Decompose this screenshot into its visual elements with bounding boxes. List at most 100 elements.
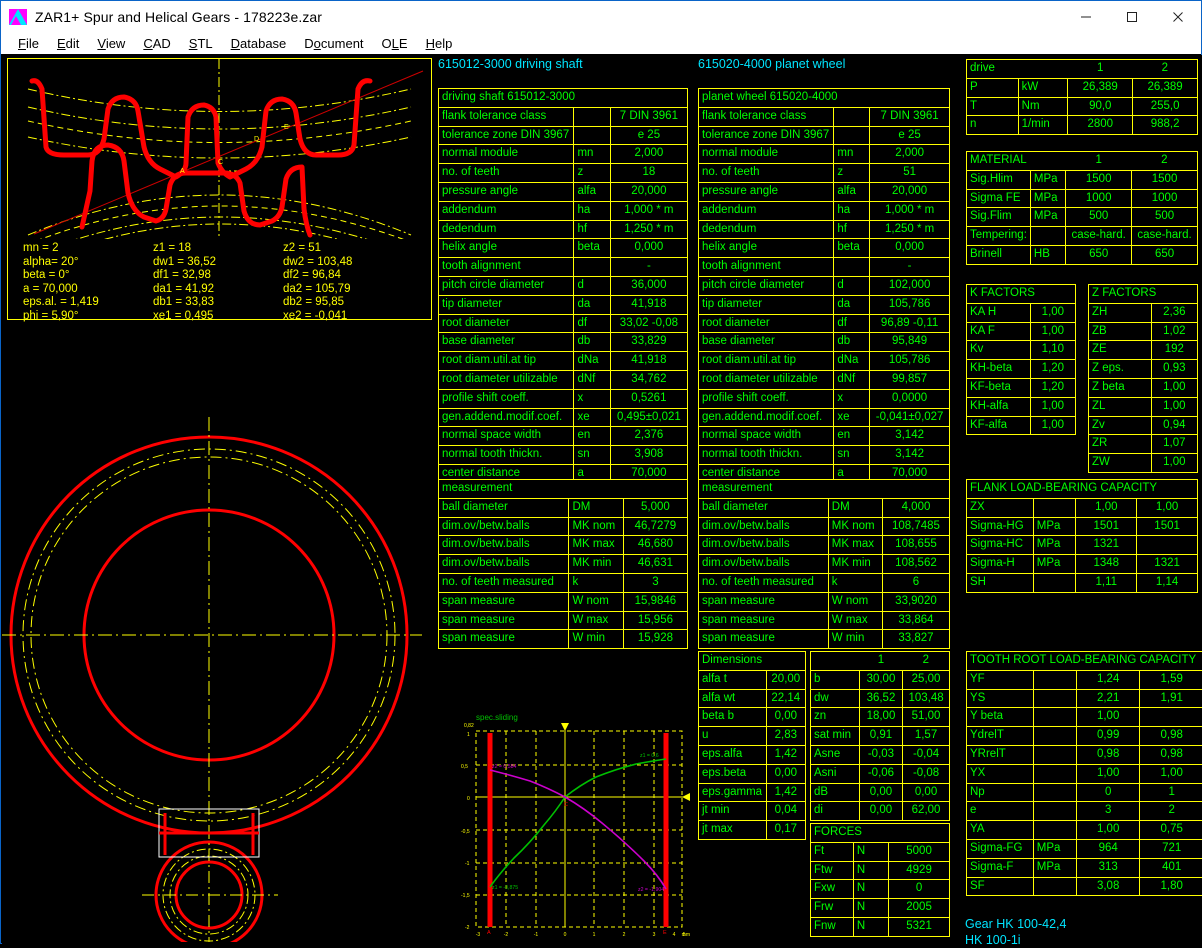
row-value-1: 1348 [1076, 555, 1137, 574]
table-row: ball diameterDM4,000 [699, 498, 950, 517]
close-icon[interactable] [1155, 1, 1201, 33]
param-value: 3,142 [870, 427, 950, 446]
param-symbol: mn [834, 145, 870, 164]
table-title-cell: measurement [699, 480, 950, 499]
tooth-mesh-drawing: A C D E [8, 59, 431, 239]
menu-file[interactable]: FFileile [9, 35, 48, 52]
factor-label: KA H [967, 303, 1031, 322]
param-symbol: alfa [834, 182, 870, 201]
factor-value: 20,00 [766, 670, 805, 689]
factor-label: eps.beta [699, 764, 767, 783]
row-value-1: 90,0 [1068, 97, 1133, 116]
param-label: base diameter [439, 333, 574, 352]
table-row: tooth alignment- [699, 258, 950, 277]
param-symbol [574, 107, 610, 126]
param-label: normal tooth thickn. [439, 446, 574, 465]
param-symbol: d [574, 276, 610, 295]
factor-value: 192 [1151, 341, 1197, 360]
factor-value: 1,20 [1030, 360, 1075, 379]
menu-stl[interactable]: STL [180, 35, 222, 52]
param-label: span measure [699, 630, 829, 649]
factor-value: 0,94 [1151, 416, 1197, 435]
param-value: 1,000 * m [870, 201, 950, 220]
row-value-1: 0,91 [859, 727, 902, 746]
table-row: dim.ov/betw.ballsMK min46,631 [439, 555, 688, 574]
factor-label: eps.alfa [699, 745, 767, 764]
param-value: 46,7279 [623, 517, 687, 536]
param-label: pitch circle diameter [439, 276, 574, 295]
menu-database[interactable]: Database [222, 35, 296, 52]
table-row: pitch circle diameterd36,000 [439, 276, 688, 295]
row-value: 5000 [889, 842, 950, 861]
row-value-2: 26,389 [1133, 78, 1198, 97]
material-table: MATERIAL12Sig.HlimMPa15001500Sigma FEMPa… [966, 151, 1198, 265]
row-value-2: 1,57 [903, 727, 950, 746]
param-label: profile shift coeff. [699, 389, 834, 408]
table-row: gen.addend.modif.coef.xe-0,041±0,027 [699, 408, 950, 427]
param-symbol: k [828, 573, 882, 592]
param-symbol: DM [569, 498, 623, 517]
table-row: FxwN0 [811, 880, 950, 899]
row-value-2: 500 [1132, 208, 1198, 227]
table-row: KA H1,00 [967, 303, 1076, 322]
param-symbol: MK nom [569, 517, 623, 536]
param-value: 33,864 [882, 611, 949, 630]
param-symbol: db [574, 333, 610, 352]
row-label: YdrelT [967, 727, 1034, 746]
menu-view[interactable]: View [88, 35, 134, 52]
table-row: beta b0,00 [699, 708, 806, 727]
table-row: YdrelT0,990,98 [967, 727, 1202, 746]
param-label: pitch circle diameter [699, 276, 834, 295]
param-value: -0,041±0,027 [870, 408, 950, 427]
row-value-2: 1500 [1132, 170, 1198, 189]
table-row: Sigma FEMPa10001000 [967, 189, 1198, 208]
param-value: - [610, 258, 687, 277]
param-label: root diam.util.at tip [699, 352, 834, 371]
svg-text:E: E [663, 930, 667, 936]
row-value-2: 401 [1140, 858, 1202, 877]
param-value: 102,000 [870, 276, 950, 295]
row-unit [1030, 227, 1065, 246]
svg-text:A: A [487, 930, 491, 936]
svg-text:z2 = -1,904: z2 = -1,904 [638, 887, 664, 893]
row-label: YS [967, 689, 1034, 708]
factor-label: alfa wt [699, 689, 767, 708]
row-value-2: 1,00 [1140, 764, 1202, 783]
param-value: 3,908 [610, 446, 687, 465]
param-symbol: hf [574, 220, 610, 239]
minimize-icon[interactable] [1063, 1, 1109, 33]
row-value-2 [1140, 708, 1202, 727]
param-label: root diameter [699, 314, 834, 333]
row-unit [1033, 783, 1076, 802]
menu-help[interactable]: Help [417, 35, 462, 52]
factor-value: 1,00 [1151, 378, 1197, 397]
row-value-1: 3,08 [1076, 877, 1140, 896]
table-row: gen.addend.modif.coef.xe0,495±0,021 [439, 408, 688, 427]
param-value: 2,000 [610, 145, 687, 164]
param-label: normal space width [699, 427, 834, 446]
svg-text:C: C [218, 159, 223, 166]
row-unit [1033, 764, 1076, 783]
param-label: tolerance zone DIN 3967 [439, 126, 574, 145]
param-label: dim.ov/betw.balls [699, 517, 829, 536]
table-row: root diam.util.at tipdNa105,786 [699, 352, 950, 371]
menu-edit[interactable]: Edit [48, 35, 88, 52]
param-value: 4,000 [882, 498, 949, 517]
table-row: profile shift coeff.x0,5261 [439, 389, 688, 408]
table-row: YX1,001,00 [967, 764, 1202, 783]
row-value-1: 1,00 [1076, 821, 1140, 840]
dimensions-pair-table: 12b30,0025,00dw36,52103,48zn18,0051,00sa… [810, 651, 950, 821]
table-row: dim.ov/betw.ballsMK nom46,7279 [439, 517, 688, 536]
row-unit: MPa [1033, 555, 1076, 574]
svg-text:0,5: 0,5 [461, 764, 468, 770]
menu-ole[interactable]: OLE [373, 35, 417, 52]
menu-bar: FFileile Edit View CAD STL Database Docu… [1, 33, 1201, 54]
row-unit: MPa [1033, 536, 1076, 555]
maximize-icon[interactable] [1109, 1, 1155, 33]
factor-label: ZE [1089, 341, 1152, 360]
factor-label: u [699, 727, 767, 746]
menu-document[interactable]: Document [295, 35, 372, 52]
table-row: tolerance zone DIN 3967e 25 [439, 126, 688, 145]
row-unit: MPa [1030, 170, 1065, 189]
menu-cad[interactable]: CAD [134, 35, 179, 52]
